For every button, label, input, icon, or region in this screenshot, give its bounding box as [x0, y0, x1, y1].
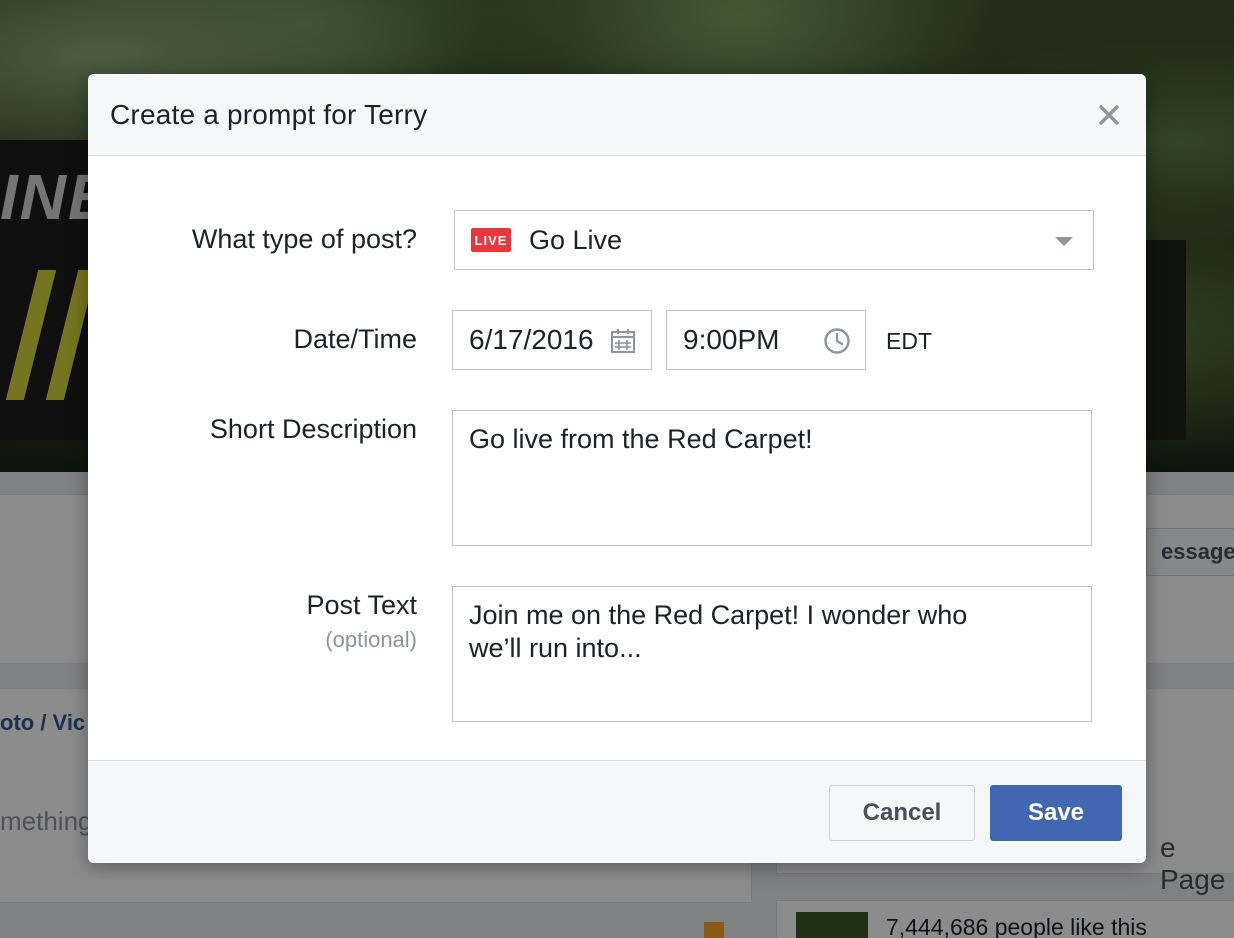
short-description-textarea[interactable]: Go live from the Red Carpet!	[452, 410, 1092, 546]
date-input[interactable]: 6/17/2016	[452, 310, 652, 370]
clock-icon[interactable]	[823, 327, 851, 355]
date-time-label: Date/Time	[293, 324, 417, 354]
date-value: 6/17/2016	[469, 324, 594, 355]
timezone-label: EDT	[886, 328, 932, 354]
chevron-down-icon	[1055, 237, 1073, 246]
post-text-label: Post Text (optional)	[306, 590, 417, 653]
calendar-icon[interactable]	[609, 327, 637, 355]
dialog-footer: Cancel Save	[88, 760, 1146, 863]
dialog-header: Create a prompt for Terry	[88, 74, 1146, 156]
post-text-optional-label: (optional)	[325, 627, 417, 652]
post-type-value: Go Live	[529, 224, 623, 255]
cancel-button[interactable]: Cancel	[829, 785, 975, 841]
save-button[interactable]: Save	[990, 785, 1122, 841]
post-type-select[interactable]: LIVE Go Live	[454, 210, 1094, 270]
close-icon[interactable]	[1096, 102, 1122, 128]
post-text-label-main: Post Text	[306, 590, 417, 620]
short-description-label: Short Description	[209, 414, 417, 444]
create-prompt-dialog: Create a prompt for Terry What type of p…	[88, 74, 1146, 863]
live-badge-icon: LIVE	[471, 228, 511, 252]
time-value: 9:00PM	[683, 324, 780, 355]
dialog-title: Create a prompt for Terry	[110, 98, 428, 130]
post-type-label: What type of post?	[191, 224, 417, 254]
time-input[interactable]: 9:00PM	[666, 310, 866, 370]
post-text-textarea[interactable]: Join me on the Red Carpet! I wonder who …	[452, 586, 1092, 722]
